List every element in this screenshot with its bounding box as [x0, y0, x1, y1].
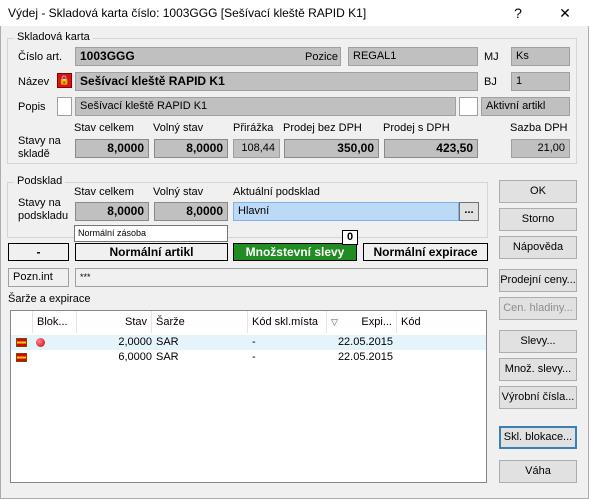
nazev-label: Název	[18, 76, 50, 88]
stav-celkem-label: Stav celkem	[74, 122, 134, 134]
prodej-s-field: 423,50	[384, 139, 478, 158]
sarze-table[interactable]: Blok... Stav Šarže Kód skl.místa ▽ Expi.…	[10, 310, 487, 483]
close-button[interactable]: ✕	[543, 0, 587, 26]
warehouse-flag-icon	[16, 353, 27, 362]
cislo-label: Číslo art.	[18, 51, 63, 63]
aktivni-artikl-field: Aktivní artikl	[481, 97, 570, 116]
popis-field[interactable]: Sešívací kleště RAPID K1	[75, 97, 456, 116]
stavy-podsklad-label-2: podskladu	[18, 210, 69, 222]
popis-toggle[interactable]	[459, 97, 478, 116]
sort-icon: ▽	[331, 317, 338, 327]
cell-sarze: SAR	[156, 336, 179, 348]
tooltip: Normální zásoba	[74, 225, 228, 242]
volny-stav-field: 8,0000	[154, 139, 228, 158]
pozn-label: Pozn.int	[8, 268, 69, 287]
skl-blokace-button[interactable]: Skl. blokace...	[499, 426, 577, 449]
nazev-field[interactable]: Sešívací kleště RAPID K1	[75, 72, 478, 91]
vaha-button[interactable]: Váha	[499, 460, 577, 483]
podsklad-browse-button[interactable]: ...	[459, 202, 479, 221]
stavy-sklad-label-2: skladě	[18, 148, 50, 160]
col-blok[interactable]: Blok...	[33, 311, 77, 333]
aktualni-podsklad-label: Aktuální podsklad	[233, 186, 320, 198]
volny-stav-label: Volný stav	[153, 122, 204, 134]
vyrobni-cisla-button[interactable]: Výrobní čísla...	[499, 386, 577, 409]
cell-stav: 6,0000	[118, 351, 152, 363]
lock-icon[interactable]: 🔒	[57, 73, 72, 88]
col-expi-label: Expi...	[361, 316, 392, 328]
status-mnozstevni-slevy: Množstevní slevy	[233, 243, 357, 261]
cell-kod-mista: -	[252, 351, 256, 363]
popis-checkbox[interactable]	[57, 97, 72, 116]
napoveda-button[interactable]: Nápověda	[499, 236, 577, 259]
podsklad-stav-celkem-field: 8,0000	[75, 202, 149, 221]
stavy-podsklad-label-1: Stavy na	[18, 197, 61, 209]
podsklad-group-label: Podsklad	[14, 175, 66, 187]
bj-field[interactable]: 1	[511, 72, 570, 91]
pozice-label: Pozice	[305, 51, 339, 63]
cell-stav: 2,0000	[118, 336, 152, 348]
cell-kod-mista: -	[252, 336, 256, 348]
block-status-icon	[36, 338, 45, 347]
podsklad-volny-stav-field: 8,0000	[154, 202, 228, 221]
card-group-label: Skladová karta	[14, 31, 93, 43]
title-bar: Výdej - Skladová karta číslo: 1003GGG [S…	[0, 0, 589, 26]
bj-label: BJ	[484, 76, 497, 88]
cell-expi: 22.05.2015	[337, 351, 393, 363]
window-title: Výdej - Skladová karta číslo: 1003GGG [S…	[8, 6, 367, 20]
pozice-field[interactable]: REGAL1	[348, 47, 478, 66]
table-row[interactable]: 2,0000 SAR - 22.05.2015	[11, 335, 486, 350]
ok-button[interactable]: OK	[499, 180, 577, 203]
status-dash: -	[8, 243, 69, 261]
stavy-sklad-label-1: Stavy na	[18, 135, 61, 147]
mj-label: MJ	[484, 51, 499, 63]
status-expirace: Normální expirace	[363, 243, 488, 261]
cislo-field[interactable]: 1003GGG	[75, 47, 341, 66]
prodej-s-label: Prodej s DPH	[383, 122, 450, 134]
mnoz-slevy-button[interactable]: Množ. slevy...	[499, 358, 577, 381]
sazba-label: Sazba DPH	[510, 122, 568, 134]
cen-hladiny-button[interactable]: Cen. hladiny...	[499, 297, 577, 320]
table-row[interactable]: 6,0000 SAR - 22.05.2015	[11, 350, 486, 365]
col-kod-mista[interactable]: Kód skl.místa	[248, 311, 327, 333]
help-button[interactable]: ?	[496, 0, 540, 26]
prirazka-field: 108,44	[233, 139, 280, 158]
col-sarze[interactable]: Šarže	[152, 311, 248, 333]
prirazka-label: Přirážka	[233, 122, 274, 134]
col-stav[interactable]: Stav	[77, 311, 152, 333]
warehouse-flag-icon	[16, 338, 27, 347]
pozn-field[interactable]: ***	[75, 268, 488, 287]
sazba-field: 21,00	[511, 139, 570, 158]
popis-label: Popis	[18, 101, 46, 113]
col-icon[interactable]	[11, 311, 33, 333]
prodejni-ceny-button[interactable]: Prodejní ceny...	[499, 269, 577, 292]
slevy-count-badge: 0	[342, 230, 358, 245]
col-expi[interactable]: ▽ Expi...	[327, 311, 397, 333]
aktualni-podsklad-field[interactable]: Hlavní	[233, 202, 459, 221]
cell-sarze: SAR	[156, 351, 179, 363]
prodej-bez-label: Prodej bez DPH	[283, 122, 362, 134]
cell-expi: 22.05.2015	[337, 336, 393, 348]
prodej-bez-field: 350,00	[284, 139, 379, 158]
sarze-label: Šarže a expirace	[8, 293, 91, 305]
slevy-button[interactable]: Slevy...	[499, 330, 577, 353]
storno-button[interactable]: Storno	[499, 208, 577, 231]
podsklad-volny-stav-label: Volný stav	[153, 186, 204, 198]
podsklad-stav-celkem-label: Stav celkem	[74, 186, 134, 198]
mj-field[interactable]: Ks	[511, 47, 570, 66]
status-artikl: Normální artikl	[75, 243, 228, 261]
col-kod[interactable]: Kód	[397, 311, 486, 333]
stav-celkem-field: 8,0000	[75, 139, 149, 158]
